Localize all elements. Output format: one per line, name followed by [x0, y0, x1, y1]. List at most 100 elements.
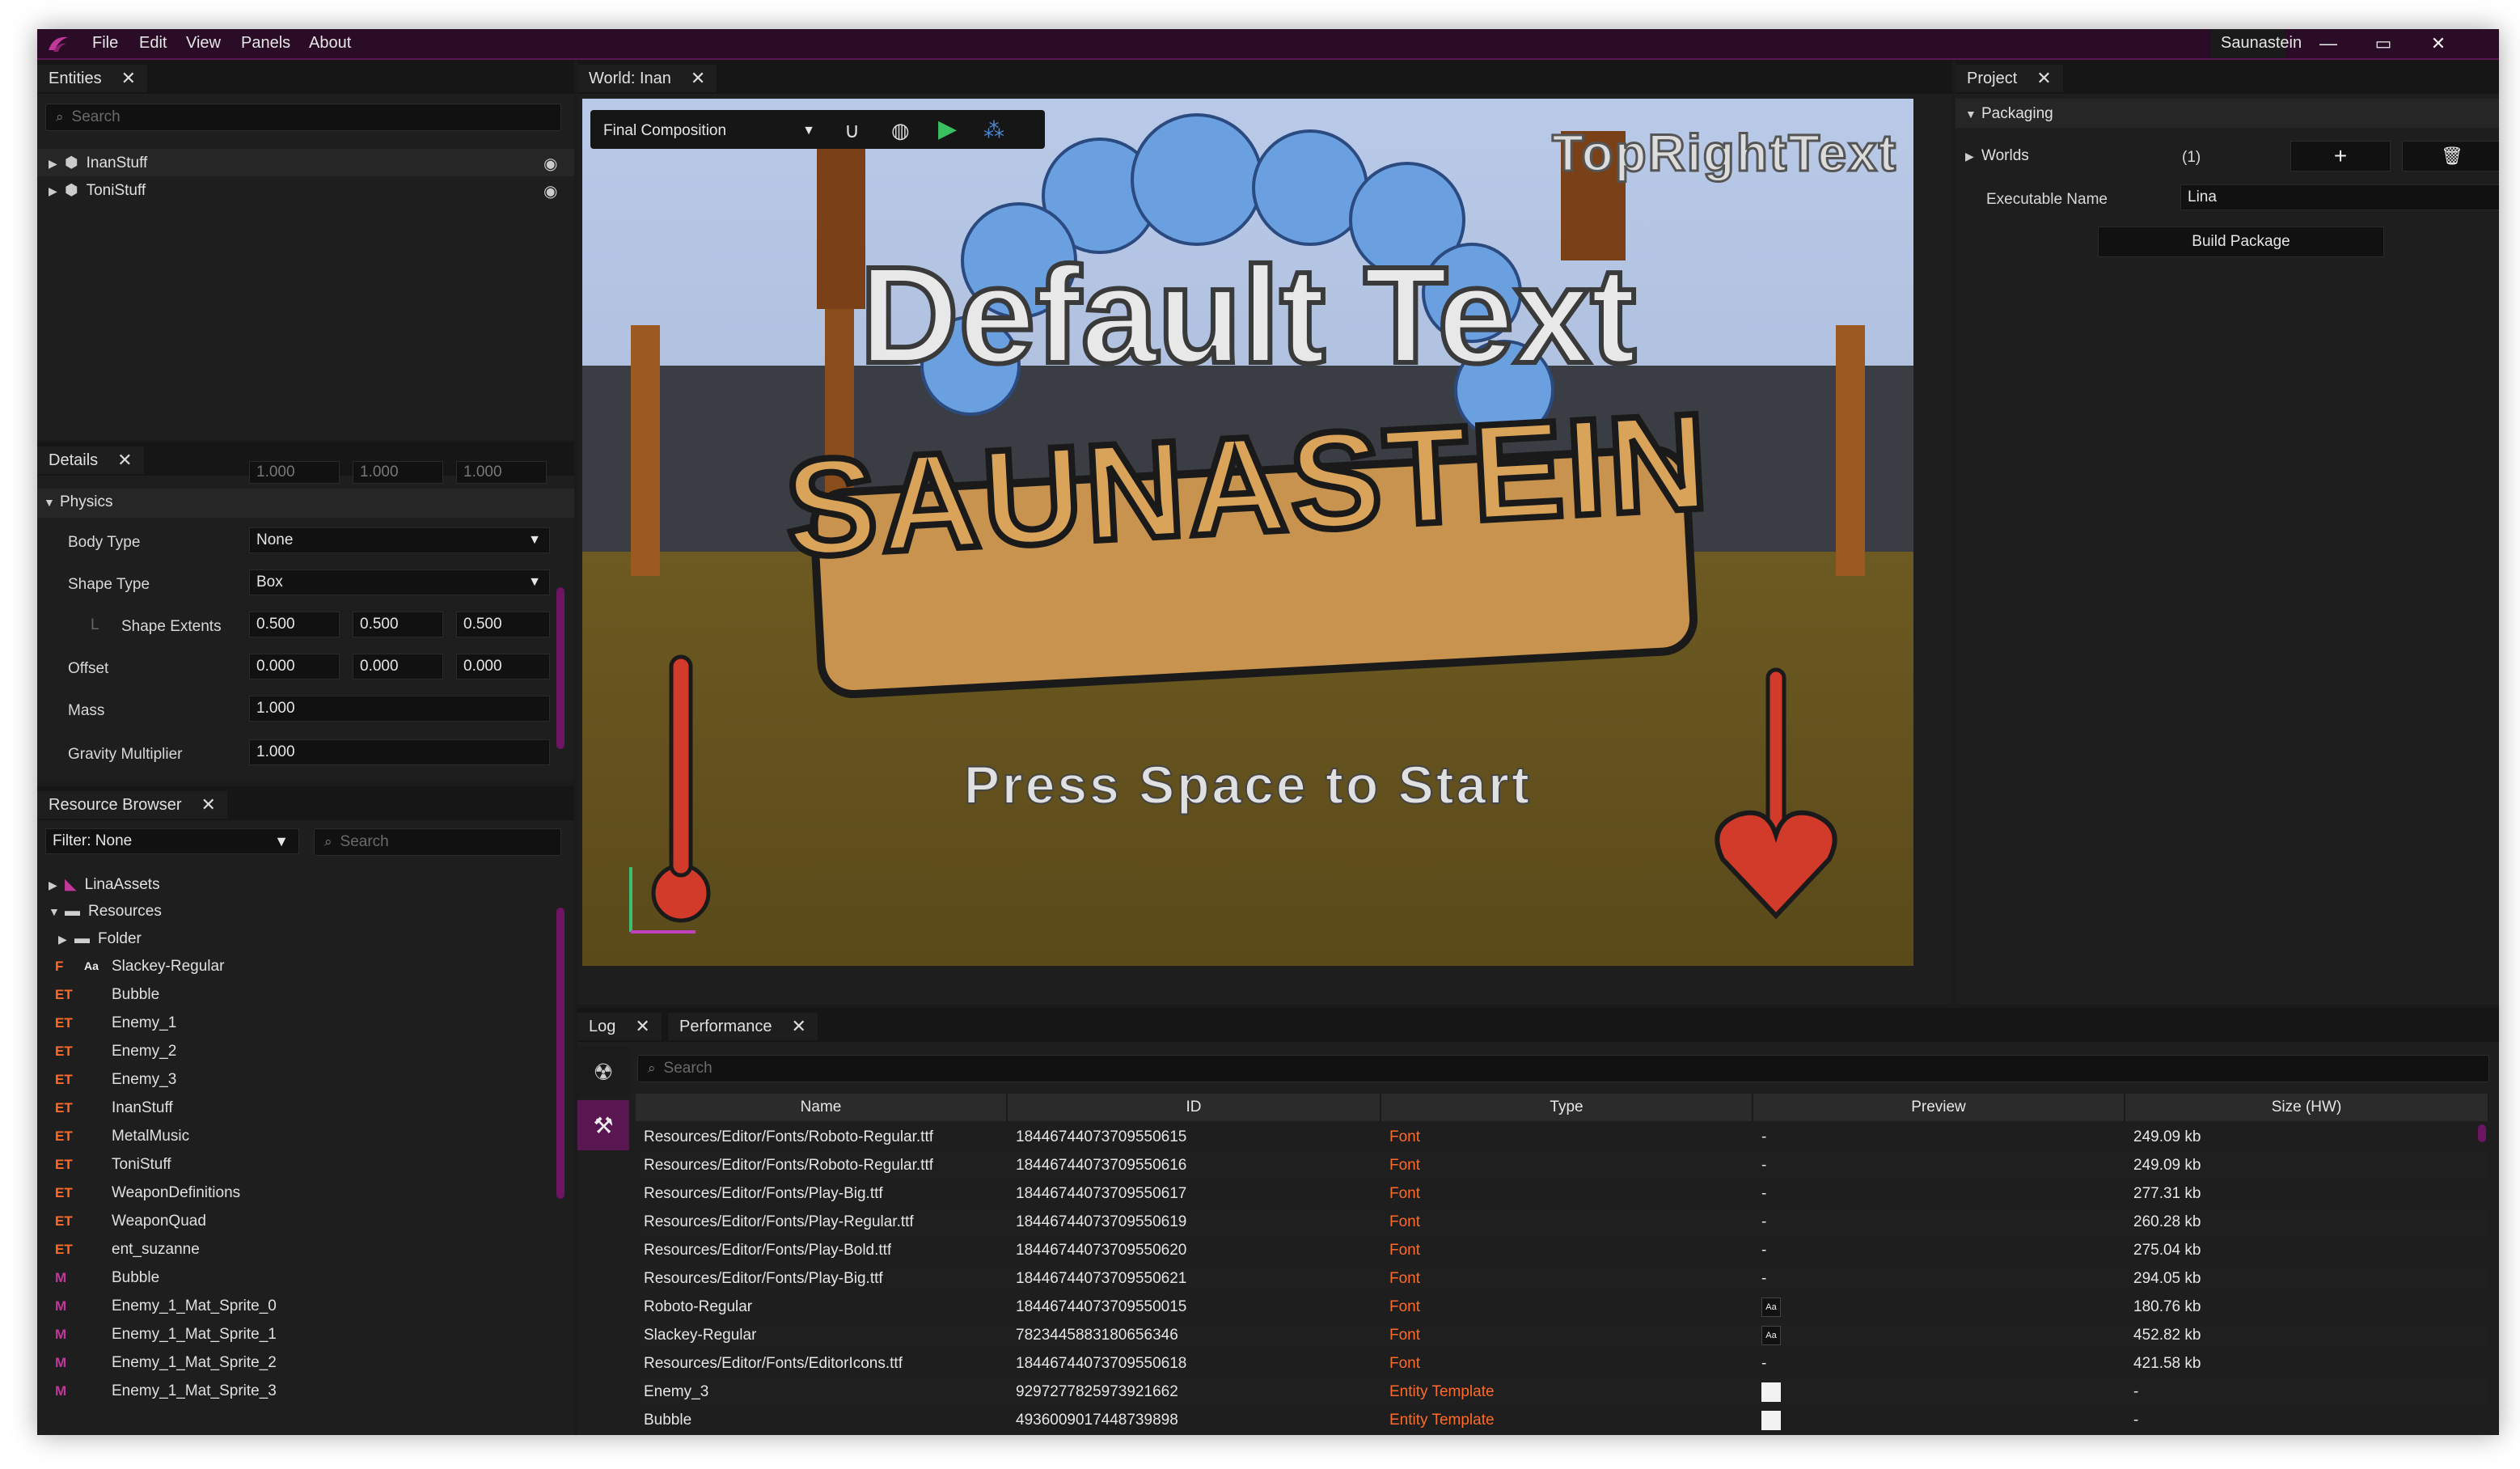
scale-z-field[interactable]: 1.000 [456, 461, 547, 484]
visibility-eye-icon[interactable]: ◉ [543, 154, 557, 174]
shape-extent-x-field[interactable]: 0.500 [249, 612, 340, 637]
body-type-select[interactable]: None ▼ [249, 527, 550, 553]
visibility-eye-icon[interactable]: ◉ [543, 181, 557, 201]
menu-edit[interactable]: Edit [139, 34, 167, 53]
resource-type-badge: M [55, 1298, 67, 1314]
cell-size: 275.04 kb [2133, 1241, 2201, 1259]
expand-icon[interactable]: ▶ [1965, 150, 1981, 163]
expand-icon[interactable]: ▶ [58, 933, 74, 946]
table-scrollbar[interactable] [2478, 1124, 2486, 1142]
log-sidebar-button[interactable]: ☢ [577, 1047, 629, 1097]
table-row[interactable]: Enemy_1 54 Entity Template - [636, 1434, 2488, 1435]
tab-resource-browser[interactable]: Resource Browser ✕ [37, 791, 227, 819]
expand-icon[interactable]: ▶ [49, 878, 65, 892]
packaging-section-header[interactable]: ▼ Packaging [1965, 105, 2053, 123]
table-row[interactable]: Resources/Editor/Fonts/Play-Big.ttf 18446… [636, 1179, 2488, 1208]
tree-item-resources[interactable]: ▼ ▬ Resources [49, 903, 162, 921]
shape-type-select[interactable]: Box ▼ [249, 569, 550, 595]
entity-item[interactable]: ▶ ⬢ InanStuff [49, 154, 147, 172]
resource-item-label: Slackey-Regular [112, 958, 225, 975]
game-viewport[interactable]: TopRightText Default Text SAUNASTEIN Pre… [582, 99, 1913, 966]
expand-icon[interactable]: ▶ [49, 184, 65, 198]
offset-y-field[interactable]: 0.000 [353, 654, 443, 679]
collapse-icon[interactable]: ▼ [1965, 108, 1981, 121]
close-icon[interactable]: ✕ [792, 1016, 806, 1037]
gravity-multiplier-field[interactable]: 1.000 [249, 739, 550, 765]
render-mode-select[interactable]: Final Composition ▼ [597, 116, 823, 146]
table-row[interactable]: Resources/Editor/Fonts/Roboto-Regular.tt… [636, 1123, 2488, 1151]
offset-z-field[interactable]: 0.000 [456, 654, 550, 679]
build-package-button[interactable]: Build Package [2098, 226, 2384, 257]
table-row[interactable]: Resources/Editor/Fonts/Roboto-Regular.tt… [636, 1151, 2488, 1179]
minimize-button[interactable]: — [2302, 29, 2355, 58]
add-world-button[interactable]: + [2290, 141, 2391, 171]
physics-section-header[interactable]: ▼ Physics [44, 493, 112, 511]
scale-x-field[interactable]: 1.000 [249, 461, 340, 484]
expand-icon[interactable]: ▶ [49, 157, 65, 171]
entities-search-input[interactable]: ⌕ Search [45, 104, 561, 131]
globe-icon[interactable]: ◍ [891, 118, 910, 143]
collapse-icon[interactable]: ▼ [49, 905, 65, 918]
table-row[interactable]: Resources/Editor/Fonts/EditorIcons.ttf 18… [636, 1349, 2488, 1378]
close-icon[interactable]: ✕ [2036, 68, 2051, 89]
tree-item-linaassets[interactable]: ▶ ◣ LinaAssets [49, 875, 160, 894]
shape-extent-y-field[interactable]: 0.500 [353, 612, 443, 637]
table-row[interactable]: Roboto-Regular 18446744073709550015 Font Aa… [636, 1293, 2488, 1321]
resource-search-input[interactable]: ⌕ Search [314, 828, 561, 856]
mass-field[interactable]: 1.000 [249, 696, 550, 722]
details-scrollbar[interactable] [556, 587, 564, 749]
table-row[interactable]: Enemy_3 9297277825973921662 Entity Templat… [636, 1378, 2488, 1406]
column-header-name[interactable]: Name [636, 1094, 1008, 1121]
hierarchy-icon[interactable]: ⁂ [983, 118, 1004, 143]
magnet-snap-icon[interactable]: ∪ [844, 118, 860, 143]
hammer-icon: ⚒ [593, 1112, 614, 1138]
cell-id: 18446744073709550618 [1016, 1354, 1187, 1372]
resources-sidebar-button[interactable]: ⚒ [577, 1100, 629, 1150]
column-header-size[interactable]: Size (HW) [2125, 1094, 2489, 1121]
resource-item-label: Enemy_1_Mat_Sprite_0 [112, 1298, 277, 1314]
close-icon[interactable]: ✕ [635, 1016, 649, 1037]
tab-world[interactable]: World: Inan ✕ [577, 65, 717, 92]
column-header-id[interactable]: ID [1008, 1094, 1381, 1121]
tab-details[interactable]: Details ✕ [37, 447, 144, 474]
tab-label: Performance [679, 1017, 772, 1035]
close-window-button[interactable]: ✕ [2412, 29, 2465, 58]
menu-view[interactable]: View [186, 34, 221, 53]
tab-entities[interactable]: Entities ✕ [37, 65, 148, 92]
close-icon[interactable]: ✕ [691, 68, 705, 89]
cell-type: Font [1389, 1184, 1421, 1202]
close-icon[interactable]: ✕ [121, 68, 136, 89]
play-icon[interactable]: ▶ [938, 115, 957, 143]
tab-log[interactable]: Log ✕ [577, 1013, 662, 1040]
log-search-input[interactable]: ⌕ Search [637, 1055, 2489, 1082]
column-header-preview[interactable]: Preview [1753, 1094, 2125, 1121]
table-row[interactable]: Resources/Editor/Fonts/Play-Regular.ttf 1… [636, 1208, 2488, 1236]
worlds-row[interactable]: ▶ Worlds [1965, 147, 2029, 165]
offset-x-field[interactable]: 0.000 [249, 654, 340, 679]
scale-y-field[interactable]: 1.000 [353, 461, 443, 484]
menu-about[interactable]: About [309, 34, 351, 53]
table-row[interactable]: Slackey-Regular 7823445883180656346 Font Aa… [636, 1321, 2488, 1349]
table-row[interactable]: Resources/Editor/Fonts/Play-Bold.ttf 1844… [636, 1236, 2488, 1264]
entity-item[interactable]: ▶ ⬢ ToniStuff [49, 181, 146, 200]
details-panel: Details ✕ 1.000 1.000 1.000 ▼ Physics Body… [37, 442, 574, 780]
resource-filter-select[interactable]: Filter: None ▼ [45, 828, 299, 854]
collapse-icon[interactable]: ▼ [44, 496, 60, 509]
resource-scrollbar[interactable] [556, 908, 564, 1199]
menu-file[interactable]: File [92, 34, 118, 53]
maximize-button[interactable]: ▭ [2357, 29, 2410, 58]
executable-name-input[interactable]: Lina [2180, 184, 2499, 210]
shape-extent-z-field[interactable]: 0.500 [456, 612, 550, 637]
delete-world-button[interactable]: 🗑 [2402, 141, 2499, 171]
tab-project[interactable]: Project ✕ [1956, 65, 2063, 92]
cell-preview: - [1761, 1213, 1767, 1230]
table-row[interactable]: Bubble 4936009017448739898 Entity Template… [636, 1406, 2488, 1434]
menu-panels[interactable]: Panels [241, 34, 290, 53]
table-row[interactable]: Resources/Editor/Fonts/Play-Big.ttf 18446… [636, 1264, 2488, 1293]
tree-item-folder[interactable]: ▶ ▬ Folder [58, 930, 142, 948]
column-header-type[interactable]: Type [1381, 1094, 1753, 1121]
tab-performance[interactable]: Performance ✕ [668, 1013, 818, 1040]
table-body: Resources/Editor/Fonts/Roboto-Regular.tt… [636, 1123, 2489, 1435]
close-icon[interactable]: ✕ [117, 450, 132, 471]
close-icon[interactable]: ✕ [201, 794, 216, 815]
